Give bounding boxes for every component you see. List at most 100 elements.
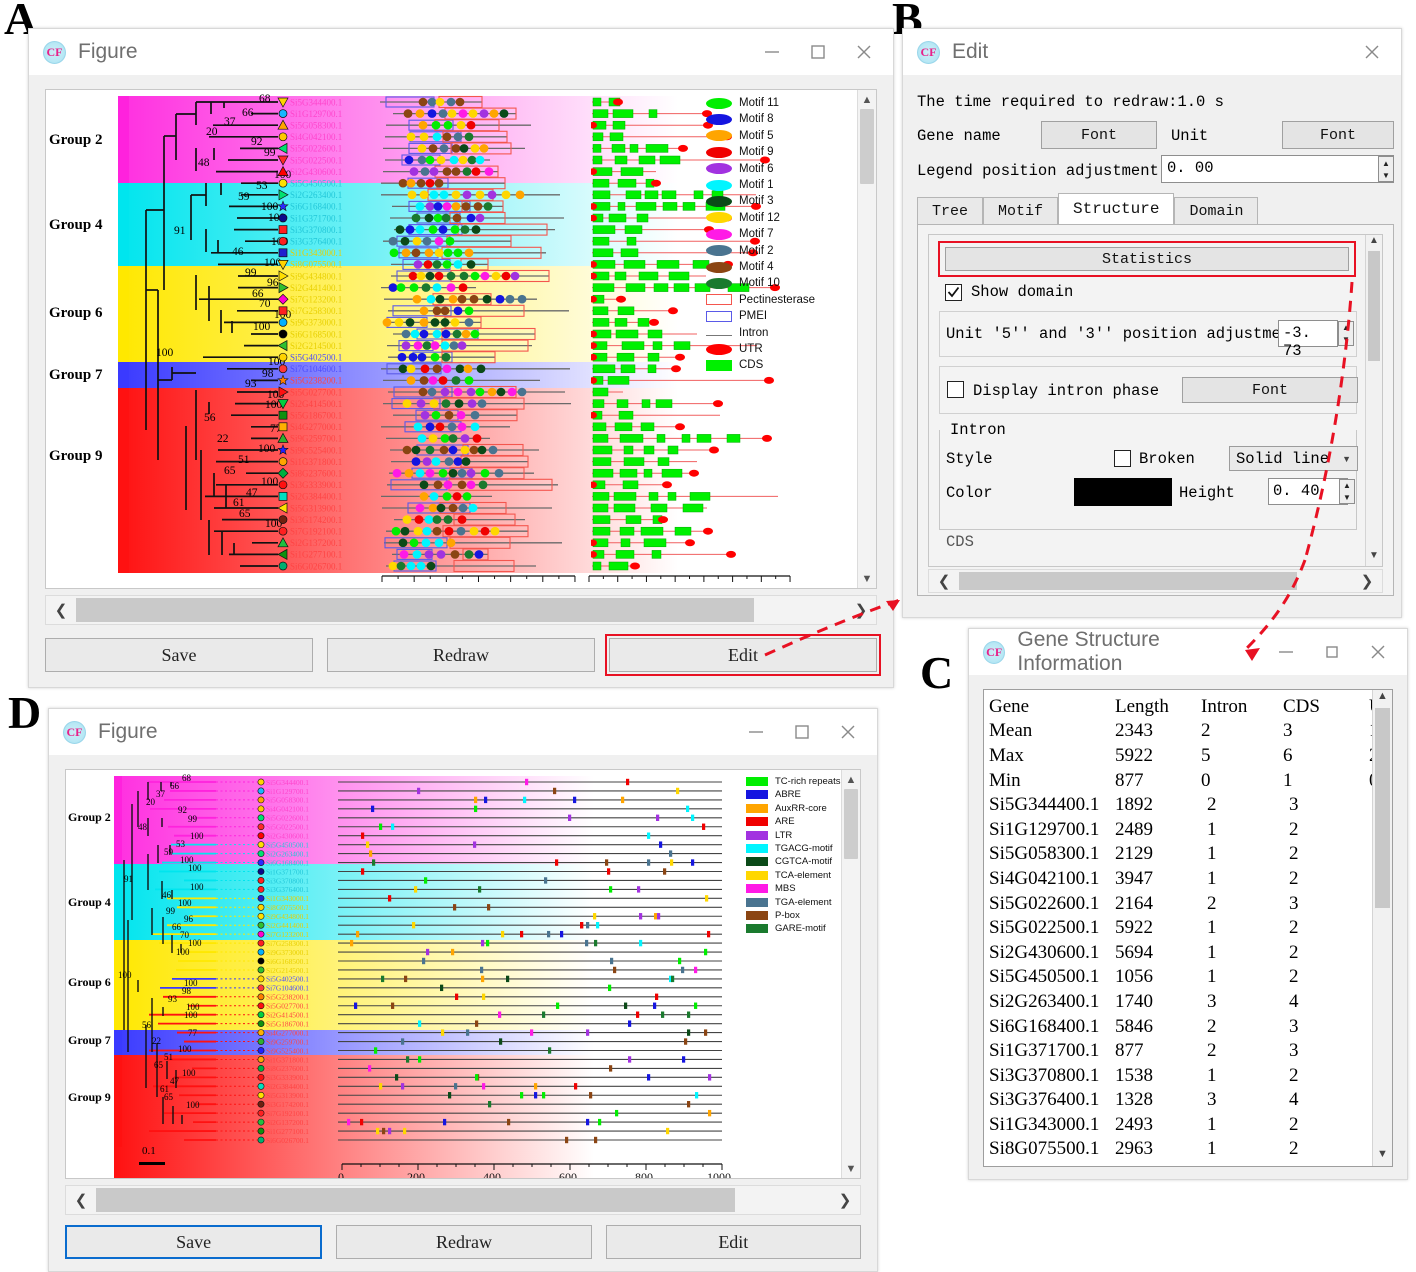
structure-vertical-scrollbar[interactable]: ▲ ▼ — [1365, 235, 1382, 566]
table-row[interactable]: Si1G129700.12489121 — [989, 817, 1385, 842]
stepper-down-icon[interactable]: ▼ — [1340, 492, 1354, 504]
maximize-icon[interactable] — [1309, 632, 1355, 672]
scroll-up-icon[interactable]: ▲ — [842, 770, 860, 789]
stepper-down-icon[interactable]: ▼ — [1379, 169, 1393, 181]
show-domain-row[interactable]: Show domain — [945, 283, 1073, 301]
hscroll-track[interactable] — [959, 570, 1352, 592]
scroll-down-icon[interactable]: ▼ — [1373, 1148, 1392, 1166]
hscroll-thumb[interactable] — [959, 572, 1297, 590]
table-row[interactable]: Si8G075500.12963122 — [989, 1137, 1385, 1162]
summary-row[interactable]: Min877010 — [989, 768, 1379, 793]
svg-text:Si9G525400.1: Si9G525400.1 — [290, 445, 342, 455]
redraw-button[interactable]: Redraw — [327, 638, 595, 672]
show-domain-checkbox[interactable] — [945, 283, 962, 301]
table-row[interactable]: Si5G344400.11892230 — [989, 792, 1385, 817]
stepper-up-icon[interactable]: ▲ — [1340, 480, 1354, 492]
minimize-icon[interactable] — [749, 32, 795, 72]
tab-structure[interactable]: Structure — [1058, 193, 1175, 224]
hscroll-thumb[interactable] — [76, 598, 754, 622]
scroll-left-icon[interactable]: ❮ — [46, 601, 76, 619]
scroll-left-icon[interactable]: ❮ — [929, 572, 959, 590]
maximize-icon[interactable] — [795, 32, 841, 72]
table-row[interactable]: Si1G371700.1877230 — [989, 1038, 1385, 1063]
legend-position-input[interactable]: 0. 00 — [1161, 155, 1394, 183]
table-row[interactable]: Si4G042100.13947122 — [989, 866, 1385, 891]
vscroll-thumb[interactable] — [860, 109, 874, 184]
table-row[interactable]: Si2G430600.15694122 — [989, 940, 1385, 965]
close-icon[interactable] — [1349, 32, 1395, 72]
broken-checkbox[interactable] — [1114, 450, 1131, 467]
hscroll-thumb[interactable] — [96, 1188, 735, 1212]
legend-position-stepper[interactable]: ▲ ▼ — [1378, 156, 1394, 182]
titlebar-d: CF Figure — [49, 709, 877, 755]
stepper-up-icon[interactable]: ▲ — [1339, 322, 1353, 334]
save-button[interactable]: Save — [65, 1225, 323, 1259]
close-icon[interactable] — [841, 32, 887, 72]
stepper-up-icon[interactable]: ▲ — [1379, 157, 1393, 169]
horizontal-scrollbar-a[interactable]: ❮ ❯ — [45, 595, 877, 625]
table-row[interactable]: Si5G450500.11056120 — [989, 965, 1385, 990]
tab-domain[interactable]: Domain — [1174, 197, 1259, 224]
hscroll-track[interactable] — [96, 1186, 830, 1214]
table-vertical-scrollbar[interactable]: ▲ ▼ — [1372, 690, 1392, 1166]
cis-element-track-d — [338, 778, 722, 1144]
summary-row[interactable]: Max5922562 — [989, 743, 1379, 768]
table-row[interactable]: Si1G343000.12493122 — [989, 1112, 1385, 1137]
vscroll-thumb[interactable] — [844, 789, 858, 859]
intron-phase-font-button[interactable]: Font — [1182, 377, 1358, 403]
table-row[interactable]: Si2G263400.11740340 — [989, 989, 1385, 1014]
table-row[interactable]: Si3G376400.11328340 — [989, 1088, 1385, 1113]
scroll-down-icon[interactable]: ▼ — [1366, 550, 1382, 566]
vscroll-thumb[interactable] — [1375, 708, 1390, 908]
table-row[interactable]: Si6G168400.15846230 — [989, 1014, 1385, 1039]
summary-row[interactable]: Mean2343231 — [989, 719, 1379, 744]
table-row[interactable]: Si9G434800.11781011 — [989, 1161, 1385, 1166]
scroll-right-icon[interactable]: ❯ — [846, 601, 876, 619]
intron-phase-checkbox[interactable] — [947, 381, 964, 398]
scroll-right-icon[interactable]: ❯ — [1352, 572, 1382, 590]
scroll-down-icon[interactable]: ▼ — [842, 1159, 860, 1178]
vertical-scrollbar-a[interactable]: ▲ ▼ — [857, 90, 876, 588]
scroll-down-icon[interactable]: ▼ — [858, 569, 876, 588]
stepper-down-icon[interactable]: ▼ — [1339, 334, 1353, 346]
minimize-icon[interactable] — [1263, 632, 1309, 672]
scroll-right-icon[interactable]: ❯ — [830, 1191, 860, 1209]
scroll-up-icon[interactable]: ▲ — [1373, 690, 1392, 708]
scroll-up-icon[interactable]: ▲ — [1366, 235, 1382, 251]
unit-font-button[interactable]: Font — [1282, 121, 1394, 149]
vertical-scrollbar-d[interactable]: ▲ ▼ — [841, 770, 860, 1178]
intron-color-swatch[interactable] — [1074, 478, 1172, 506]
height-input[interactable]: 0. 40 — [1268, 478, 1348, 505]
gene-name-font-button[interactable]: Font — [1041, 121, 1157, 149]
table-row[interactable]: Si5G022500.15922121 — [989, 915, 1385, 940]
structure-horizontal-scrollbar[interactable]: ❮ ❯ — [928, 569, 1383, 593]
statistics-button[interactable]: Statistics — [945, 247, 1349, 271]
unit-position-input[interactable]: -3. 73 — [1278, 320, 1338, 360]
svg-text:Si5G027700.1: Si5G027700.1 — [266, 1002, 309, 1011]
horizontal-scrollbar-d[interactable]: ❮ ❯ — [65, 1185, 861, 1215]
tab-motif[interactable]: Motif — [983, 197, 1059, 224]
tab-tree[interactable]: Tree — [917, 197, 984, 224]
legend-item: TC-rich repeats — [746, 776, 840, 787]
redraw-button[interactable]: Redraw — [336, 1225, 592, 1259]
close-icon[interactable] — [1355, 632, 1401, 672]
svg-text:51: 51 — [238, 454, 250, 466]
height-stepper[interactable]: ▲ ▼ — [1339, 479, 1355, 504]
edit-button[interactable]: Edit — [605, 634, 881, 676]
table-cell: 5 — [1201, 744, 1211, 766]
scroll-left-icon[interactable]: ❮ — [66, 1191, 96, 1209]
vscroll-thumb[interactable] — [1368, 251, 1380, 361]
close-icon[interactable] — [825, 712, 871, 752]
minimize-icon[interactable] — [733, 712, 779, 752]
save-button[interactable]: Save — [45, 638, 313, 672]
maximize-icon[interactable] — [779, 712, 825, 752]
table-row[interactable]: Si3G370800.11538121 — [989, 1063, 1385, 1088]
scroll-up-icon[interactable]: ▲ — [858, 90, 876, 109]
line-style-select[interactable]: Solid line ▼ — [1229, 446, 1358, 471]
table-row[interactable]: Si5G022600.12164231 — [989, 891, 1385, 916]
color-label: Color — [946, 484, 993, 502]
hscroll-track[interactable] — [76, 596, 846, 624]
edit-button[interactable]: Edit — [605, 1225, 861, 1259]
unit-position-stepper[interactable]: ▲ ▼ — [1338, 321, 1354, 346]
table-row[interactable]: Si5G058300.12129121 — [989, 842, 1385, 867]
